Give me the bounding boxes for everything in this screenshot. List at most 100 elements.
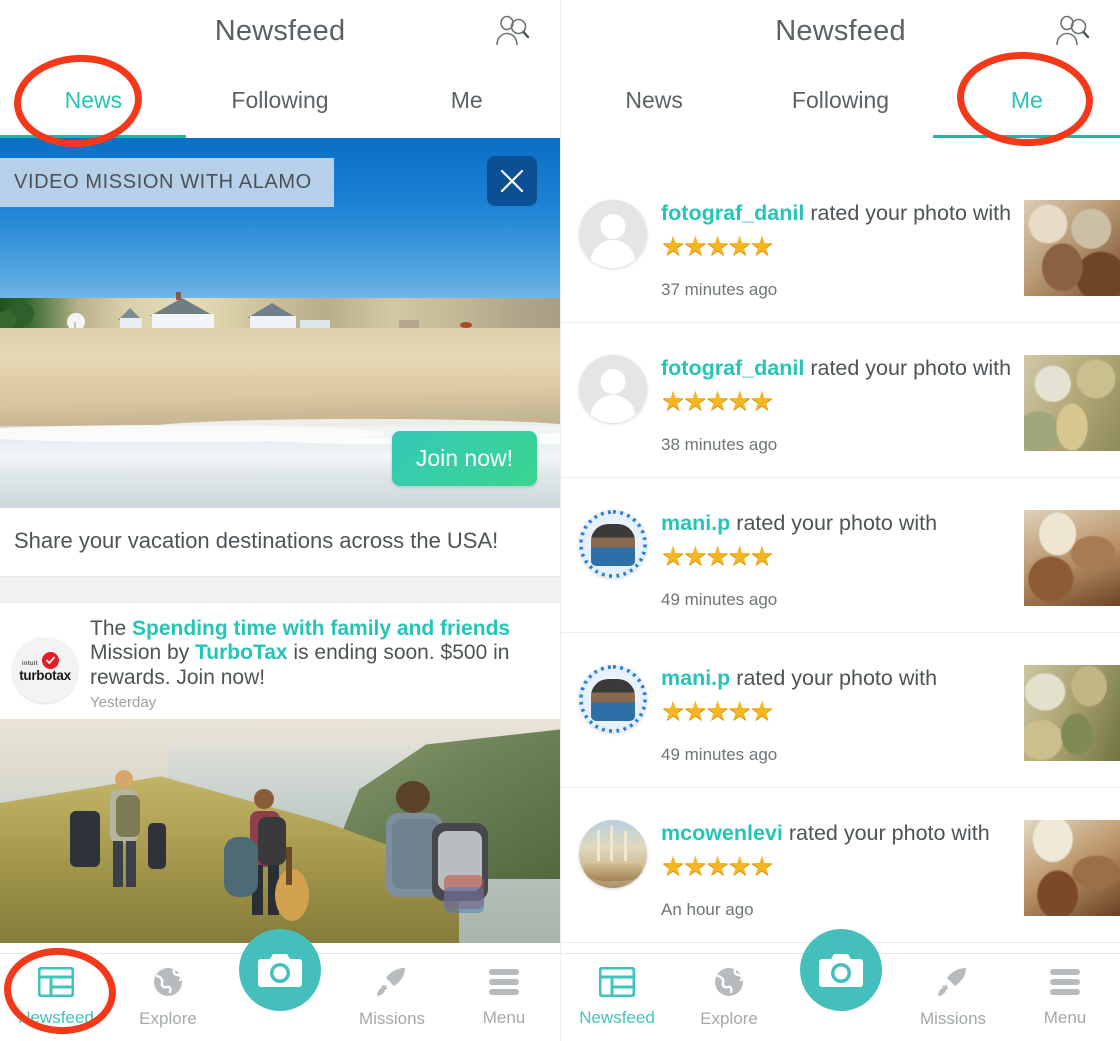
photo-thumbnail[interactable]: [1024, 665, 1120, 761]
avatar-mast: [623, 830, 627, 861]
promo-photo[interactable]: [0, 719, 560, 944]
tabs-left: News Following Me: [0, 63, 560, 138]
tab-news-label: News: [625, 87, 683, 113]
nav-label-newsfeed: Newsfeed: [18, 1008, 94, 1027]
notification-row[interactable]: mani.p rated your photo with ★★★★★ 49 mi…: [561, 633, 1120, 788]
mission-promo[interactable]: intuit turbotax The Spending time with f…: [0, 603, 560, 719]
promo-timestamp: Yesterday: [90, 694, 157, 712]
header-right: Newsfeed: [561, 0, 1120, 63]
star-icon: ★: [705, 540, 729, 571]
star-rating: ★★★★★: [661, 540, 1016, 571]
tab-following-label: Following: [231, 87, 329, 113]
promo-middle: Mission by: [90, 641, 196, 665]
tab-news-label: News: [64, 87, 123, 113]
tab-following-label: Following: [791, 87, 890, 113]
rocket-icon: [936, 966, 970, 1003]
camera-icon: [818, 954, 863, 987]
camera-fab-button[interactable]: [239, 929, 321, 1011]
photo-thumbnail[interactable]: [1024, 200, 1120, 296]
promo-brand[interactable]: TurboTax: [195, 641, 288, 664]
video-mission-card[interactable]: VIDEO MISSION WITH ALAMO Join now!: [0, 138, 560, 508]
photo-thumbnail[interactable]: [1024, 355, 1120, 451]
tab-following[interactable]: Following: [187, 63, 374, 138]
notification-row[interactable]: fotograf_danil rated your photo with ★★★…: [561, 323, 1120, 478]
notification-username[interactable]: fotograf_danil: [661, 201, 804, 225]
person-search-icon[interactable]: [1054, 14, 1090, 48]
star-icon: ★: [661, 230, 685, 261]
nav-item-newsfeed[interactable]: Newsfeed: [0, 954, 112, 1041]
tab-me[interactable]: Me: [934, 63, 1120, 138]
notification-timestamp: An hour ago: [661, 899, 754, 919]
avatar-portrait: [591, 523, 635, 566]
hiker-1: [70, 770, 166, 888]
star-icon: ★: [705, 385, 729, 416]
newsfeed-grid-icon: [598, 966, 636, 1002]
photo-thumbnail[interactable]: [1024, 820, 1120, 916]
avatar[interactable]: [579, 200, 647, 268]
notification-timestamp: 49 minutes ago: [661, 744, 778, 764]
tab-me[interactable]: Me: [373, 63, 560, 138]
star-icon: ★: [683, 540, 707, 571]
hamburger-menu-icon: [487, 967, 521, 1002]
hamburger-menu-icon: [1048, 967, 1082, 1002]
nav-item-explore[interactable]: Explore: [673, 954, 785, 1041]
star-icon: ★: [683, 230, 707, 261]
star-icon: ★: [705, 230, 729, 261]
star-icon: ★: [727, 695, 752, 726]
promo-mission-name[interactable]: Spending time with family and friends: [132, 617, 510, 640]
join-now-button[interactable]: Join now!: [391, 431, 537, 486]
tab-news[interactable]: News: [561, 63, 747, 138]
rocket-icon: [375, 966, 409, 1003]
dual-panel-screenshot: Newsfeed News Following Me VIDEO MISSION…: [0, 0, 1120, 1041]
promo-prefix: The: [90, 617, 133, 640]
nav-label-menu: Menu: [482, 1008, 526, 1027]
notification-text: fotograf_danil rated your photo with: [661, 200, 1016, 227]
photo-thumbnail[interactable]: [1024, 510, 1120, 606]
star-rating: ★★★★★: [661, 695, 1016, 726]
nav-item-missions[interactable]: Missions: [897, 954, 1009, 1041]
notification-row[interactable]: fotograf_danil rated your photo with ★★★…: [561, 168, 1120, 323]
star-icon: ★: [683, 850, 707, 881]
star-icon: ★: [661, 540, 685, 571]
notification-action: rated your photo with: [810, 356, 1012, 380]
nav-item-menu[interactable]: Menu: [1009, 954, 1120, 1041]
notification-body: fotograf_danil rated your photo with ★★★…: [661, 341, 1016, 455]
notification-timestamp: 49 minutes ago: [661, 589, 778, 609]
notification-body: mani.p rated your photo with ★★★★★ 49 mi…: [661, 496, 1016, 610]
person-search-icon[interactable]: [494, 14, 530, 48]
avatar-portrait: [591, 678, 635, 721]
avatar[interactable]: [579, 510, 647, 578]
nav-item-missions[interactable]: Missions: [336, 954, 448, 1041]
star-rating: ★★★★★: [661, 230, 1016, 261]
notification-row[interactable]: mcowenlevi rated your photo with ★★★★★ A…: [561, 788, 1120, 943]
avatar-mast: [610, 826, 614, 862]
avatar-mast: [596, 829, 600, 861]
notification-username[interactable]: fotograf_danil: [661, 356, 804, 380]
tab-me-label: Me: [1010, 87, 1043, 113]
nav-item-explore[interactable]: Explore: [112, 954, 224, 1041]
star-icon: ★: [683, 385, 707, 416]
nav-label-menu: Menu: [1043, 1008, 1087, 1027]
section-divider-band: [0, 576, 560, 603]
close-icon[interactable]: [487, 156, 537, 206]
notification-row[interactable]: mani.p rated your photo with ★★★★★ 49 mi…: [561, 478, 1120, 633]
avatar[interactable]: [579, 665, 647, 733]
hikers-group: [70, 770, 488, 922]
nav-item-menu[interactable]: Menu: [448, 954, 560, 1041]
avatar[interactable]: [579, 820, 647, 888]
camera-fab-button[interactable]: [799, 929, 882, 1011]
turbotax-logo-icon: intuit turbotax: [12, 637, 78, 703]
notification-username[interactable]: mani.p: [661, 511, 730, 535]
notifications-list: fotograf_danil rated your photo with ★★★…: [561, 168, 1120, 943]
notification-username[interactable]: mani.p: [661, 666, 730, 690]
star-icon: ★: [749, 540, 774, 571]
tab-following[interactable]: Following: [747, 63, 933, 138]
scroll-peek-row: [561, 138, 1120, 168]
beach-houses: [0, 290, 560, 331]
tab-news[interactable]: News: [0, 63, 187, 138]
notification-username[interactable]: mcowenlevi: [661, 821, 783, 845]
nav-item-newsfeed[interactable]: Newsfeed: [561, 954, 673, 1041]
avatar[interactable]: [579, 355, 647, 423]
nav-label-missions: Missions: [358, 1009, 426, 1028]
hiker-2: [224, 789, 309, 922]
